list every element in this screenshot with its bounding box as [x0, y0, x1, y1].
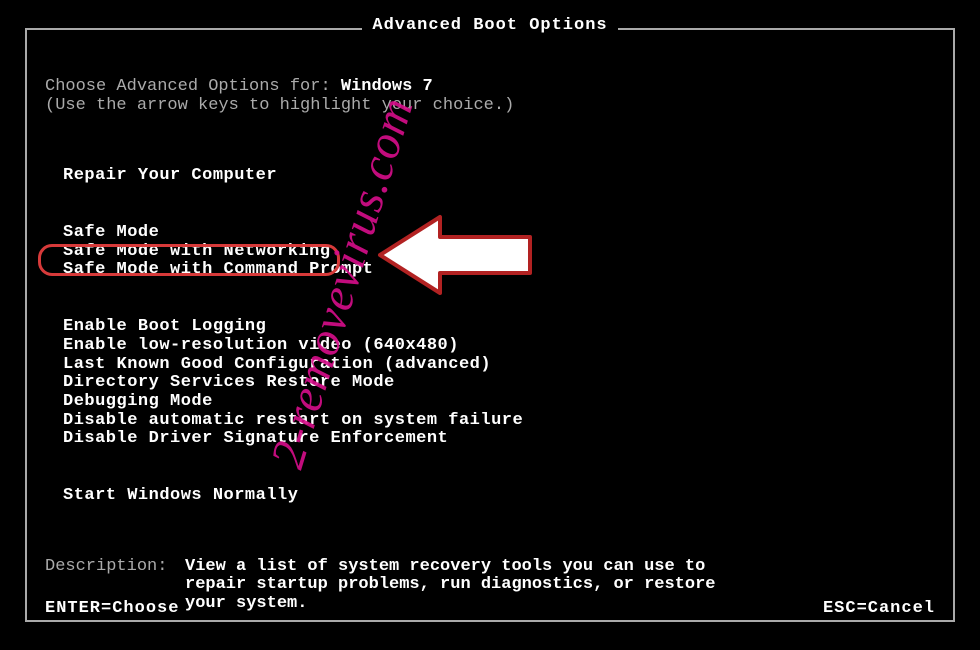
footer-enter: ENTER=Choose [45, 599, 179, 618]
menu-item-debugging[interactable]: Debugging Mode [63, 393, 213, 412]
menu-item-disable-driver-sig[interactable]: Disable Driver Signature Enforcement [63, 430, 448, 449]
choose-line: Choose Advanced Options for: Windows 7 [45, 78, 935, 97]
menu-item-last-known-good[interactable]: Last Known Good Configuration (advanced) [63, 356, 491, 375]
menu-item-boot-logging[interactable]: Enable Boot Logging [63, 318, 266, 337]
footer-bar: ENTER=Choose ESC=Cancel [45, 599, 935, 618]
os-name: Windows 7 [341, 77, 433, 96]
boot-menu: Repair Your Computer Safe Mode Safe Mode… [63, 167, 935, 505]
menu-item-disable-auto-restart[interactable]: Disable automatic restart on system fail… [63, 412, 523, 431]
menu-item-low-res[interactable]: Enable low-resolution video (640x480) [63, 337, 459, 356]
arrow-key-hint: (Use the arrow keys to highlight your ch… [45, 97, 935, 116]
choose-prefix: Choose Advanced Options for: [45, 77, 341, 96]
footer-esc: ESC=Cancel [823, 599, 935, 618]
menu-item-safe-mode-cmd[interactable]: Safe Mode with Command Prompt [63, 261, 373, 280]
menu-item-safe-mode-networking[interactable]: Safe Mode with Networking [63, 243, 331, 262]
screen-title: Advanced Boot Options [362, 16, 617, 35]
menu-item-repair[interactable]: Repair Your Computer [63, 167, 277, 186]
boot-options-frame: Advanced Boot Options Choose Advanced Op… [25, 28, 955, 622]
menu-item-safe-mode[interactable]: Safe Mode [63, 224, 159, 243]
menu-item-start-normally[interactable]: Start Windows Normally [63, 487, 298, 506]
content-area: Choose Advanced Options for: Windows 7 (… [27, 30, 953, 614]
menu-item-ds-restore[interactable]: Directory Services Restore Mode [63, 374, 395, 393]
